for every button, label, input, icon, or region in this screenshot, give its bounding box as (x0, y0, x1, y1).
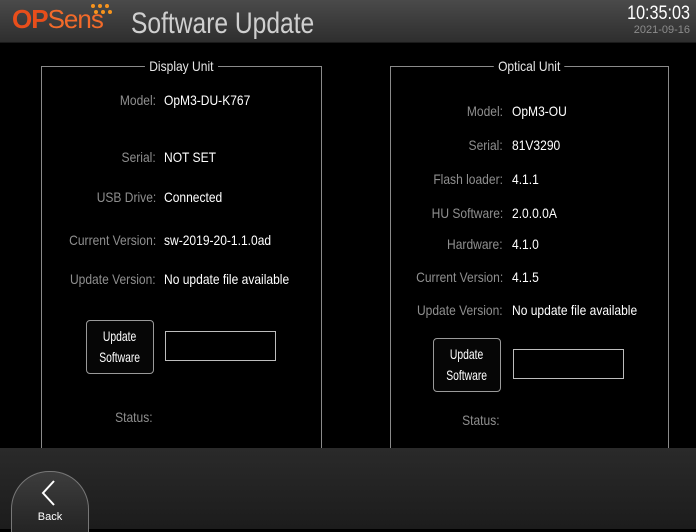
row-label: Flash loader: (433, 171, 503, 187)
display-unit-panel: Display Unit (41, 58, 322, 464)
row-value: 4.1.0 (512, 236, 539, 252)
row-value: OpM3-OU (512, 103, 567, 119)
chevron-left-icon (41, 480, 55, 506)
clock-time: 10:35:03 (627, 3, 690, 24)
row-label: Serial: (468, 137, 503, 153)
row-label: Model: (119, 92, 156, 108)
button-line-1: Update (103, 328, 137, 344)
row-value: 2.0.0.0A (512, 205, 557, 221)
display-unit-update-software-button[interactable]: Update Software (86, 320, 154, 374)
status-label: Status: (115, 409, 153, 425)
row-value: 4.1.5 (512, 269, 539, 285)
row-label: HU Software: (431, 205, 503, 221)
row-label: Update Version: (70, 271, 156, 287)
footer-bar (0, 448, 696, 529)
row-label: USB Drive: (96, 189, 156, 205)
header-bar: OPSens Software Update 10:35:03 2021-09-… (0, 0, 696, 43)
row-value: No update file available (512, 302, 638, 318)
opsens-logo: OPSens (12, 4, 112, 38)
status-label: Status: (462, 412, 500, 428)
button-line-1: Update (450, 346, 484, 362)
row-label: Current Version: (415, 269, 503, 285)
row-value: 4.1.1 (512, 171, 539, 187)
back-label: Back (37, 511, 63, 523)
display-unit-file-field[interactable] (165, 331, 276, 361)
optical-unit-panel: Optical Unit (390, 58, 669, 464)
row-value: Connected (164, 189, 223, 205)
row-value: OpM3-DU-K767 (164, 92, 251, 108)
clock: 10:35:03 2021-09-16 (616, 3, 690, 36)
row-value: 81V3290 (512, 137, 561, 153)
display-unit-title: Display Unit (145, 58, 218, 74)
row-label: Model: (466, 103, 503, 119)
row-label: Serial: (121, 149, 156, 165)
row-label: Current Version: (68, 232, 156, 248)
optical-unit-update-software-button[interactable]: Update Software (433, 338, 501, 392)
row-value: sw-2019-20-1.1.0ad (164, 232, 272, 248)
row-value: No update file available (164, 271, 290, 287)
button-line-2: Software (99, 349, 141, 365)
clock-date: 2021-09-16 (633, 24, 690, 36)
row-value: NOT SET (164, 149, 216, 165)
row-label: Update Version: (417, 302, 503, 318)
button-line-2: Software (446, 367, 488, 383)
logo-op-text: OP (12, 4, 49, 34)
optical-unit-file-field[interactable] (513, 349, 624, 379)
page-title: Software Update (131, 7, 315, 40)
logo-dots-icon (91, 4, 115, 14)
row-label: Hardware: (447, 236, 503, 252)
optical-unit-title: Optical Unit (494, 58, 565, 74)
